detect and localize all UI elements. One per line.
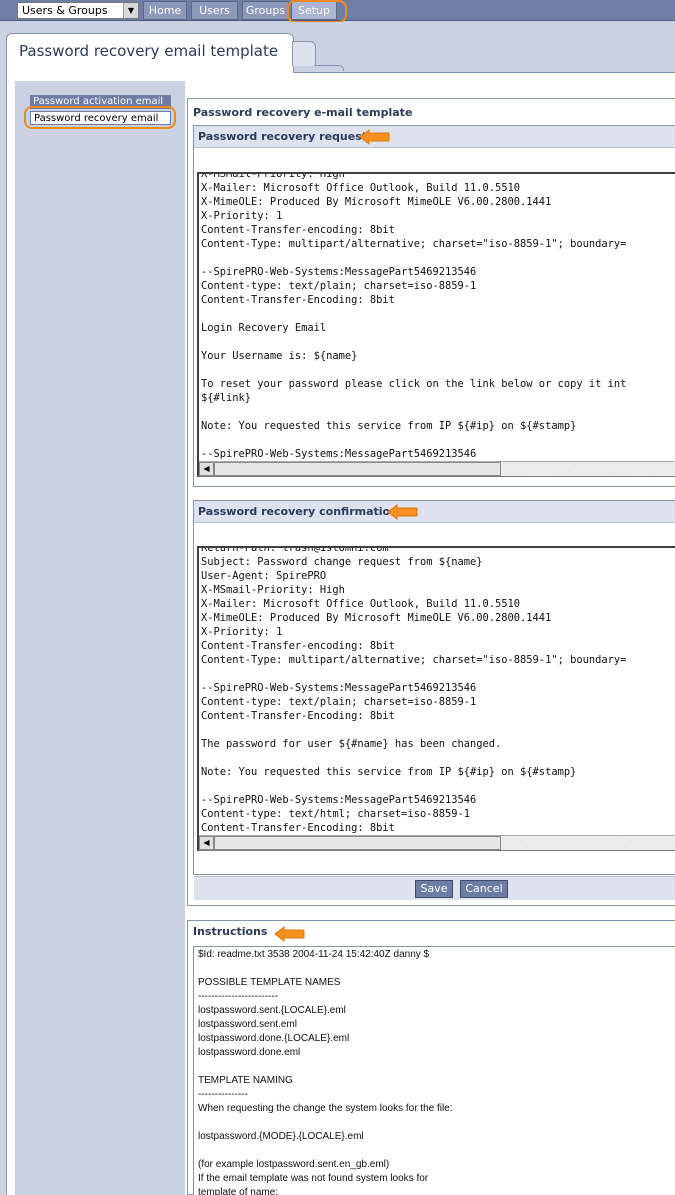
scrollbar-thumb[interactable] [214, 836, 501, 850]
instructions-text: $Id: readme.txt 3538 2004-11-24 15:42:40… [193, 946, 675, 1195]
chevron-down-icon[interactable]: ▼ [123, 3, 138, 18]
cancel-button[interactable]: Cancel [460, 880, 508, 898]
code-line: Content-Transfer-Encoding: 8bit [201, 822, 395, 834]
instruction-line: --------------- [198, 1089, 248, 1100]
panel-title: Password recovery e-mail template [193, 106, 413, 119]
section-title-recovery-confirmation: Password recovery confirmation [194, 501, 675, 523]
tab-setup[interactable]: Setup [291, 1, 337, 20]
code-line: Content-Transfer-encoding: 8bit [201, 640, 395, 652]
instruction-line: lostpassword.done.{LOCALE}.eml [198, 1033, 350, 1044]
instruction-line [194, 1116, 675, 1130]
tab-users[interactable]: Users [191, 1, 238, 20]
code-line: X-MSMail-Priority: High [201, 172, 345, 180]
code-line: The password for user ${#name} has been … [201, 738, 502, 750]
instruction-line: lostpassword.done.eml [198, 1047, 301, 1058]
code-line: X-Priority: 1 [201, 210, 283, 222]
code-line: User-Agent: SpirePRO [201, 570, 327, 582]
instruction-line: $Id: readme.txt 3538 2004-11-24 15:42:40… [198, 949, 430, 960]
code-line: Login Recovery Email [201, 322, 327, 334]
instruction-line: lostpassword.sent.{LOCALE}.eml [198, 1005, 346, 1016]
section-title-recovery-request: Password recovery request [194, 126, 675, 148]
context-select-value: Users & Groups [22, 4, 108, 17]
code-line: Content-Transfer-Encoding: 8bit [201, 710, 395, 722]
recovery-request-textarea[interactable]: X-MSMail-Priority: High X-Mailer: Micros… [197, 172, 675, 477]
sidebar-item-password-recovery-email[interactable]: Password recovery email [30, 111, 171, 125]
instruction-line: lostpassword.{MODE}.{LOCALE}.eml [198, 1131, 364, 1142]
code-line: Return-Path: trash@1stomni.com [201, 546, 389, 554]
instructions-title: Instructions [193, 925, 268, 938]
code-line: ${#link} [201, 392, 252, 404]
code-line: Content-type: text/plain; charset=iso-88… [201, 280, 477, 292]
tab-home[interactable]: Home [143, 1, 187, 20]
instruction-line: template of name: [198, 1187, 279, 1195]
code-line: X-MSmail-Priority: High [201, 584, 345, 596]
code-line: Subject: Password change request from ${… [201, 556, 483, 568]
context-select[interactable]: Users & Groups ▼ [17, 2, 139, 19]
instruction-line: lostpassword.sent.eml [198, 1019, 297, 1030]
code-line: To reset your password please click on t… [201, 378, 627, 390]
code-line: X-MimeOLE: Produced By Microsoft MimeOLE… [201, 196, 552, 208]
code-line: Note: You requested this service from IP… [201, 420, 577, 432]
horizontal-scrollbar[interactable]: ◀ [199, 461, 675, 476]
code-line: Content-Transfer-encoding: 8bit [201, 224, 395, 236]
code-line: --SpirePRO-Web-Systems:MessagePart546921… [201, 448, 477, 460]
page-title: Password recovery email template [19, 42, 279, 60]
scrollbar-thumb[interactable] [214, 462, 501, 476]
sidebar-item-password-activation-email[interactable]: Password activation email [30, 95, 171, 109]
code-line: Content-Type: multipart/alternative; cha… [201, 238, 627, 250]
scroll-left-icon[interactable]: ◀ [199, 462, 214, 476]
arrow-left-icon [387, 503, 418, 521]
instruction-line: When requesting the change the system lo… [198, 1103, 453, 1114]
arrow-left-icon [359, 128, 390, 146]
instruction-line: TEMPLATE NAMING [198, 1075, 293, 1086]
sidebar [15, 81, 185, 1195]
code-line: X-MimeOLE: Produced By Microsoft MimeOLE… [201, 612, 552, 624]
code-line: X-Mailer: Microsoft Office Outlook, Buil… [201, 182, 521, 194]
instruction-line [194, 1060, 675, 1074]
code-line: Content-type: text/html; charset=iso-885… [201, 808, 470, 820]
code-line: Content-Transfer-Encoding: 8bit [201, 294, 395, 306]
code-line: X-Mailer: Microsoft Office Outlook, Buil… [201, 598, 521, 610]
code-line: Note: You requested this service from IP… [201, 766, 577, 778]
code-line: Content-Type: multipart/alternative; cha… [201, 654, 627, 666]
instruction-line: If the email template was not found syst… [198, 1173, 429, 1184]
code-line: --SpirePRO-Web-Systems:MessagePart546921… [201, 682, 477, 694]
scroll-left-icon[interactable]: ◀ [199, 836, 214, 850]
code-line: --SpirePRO-Web-Systems:MessagePart546921… [201, 794, 477, 806]
tab-groups[interactable]: Groups [242, 1, 289, 20]
code-line: Content-type: text/plain; charset=iso-88… [201, 696, 477, 708]
code-line: --SpirePRO-Web-Systems:MessagePart546921… [201, 266, 477, 278]
instruction-line [194, 962, 675, 976]
instruction-line: (for example lostpassword.sent.en_gb.eml… [198, 1159, 390, 1170]
save-button[interactable]: Save [415, 880, 453, 898]
secondary-tab[interactable] [292, 41, 316, 66]
tab-divider [314, 65, 344, 71]
arrow-left-icon [274, 925, 305, 943]
instruction-line: POSSIBLE TEMPLATE NAMES [198, 977, 341, 988]
code-line: Your Username is: ${name} [201, 350, 358, 362]
recovery-confirmation-textarea[interactable]: Return-Path: trash@1stomni.com Subject: … [197, 546, 675, 851]
code-line: X-Priority: 1 [201, 626, 283, 638]
instruction-line [194, 1144, 675, 1158]
instruction-line: ------------------------ [198, 991, 278, 1002]
horizontal-scrollbar[interactable]: ◀ [199, 835, 675, 850]
